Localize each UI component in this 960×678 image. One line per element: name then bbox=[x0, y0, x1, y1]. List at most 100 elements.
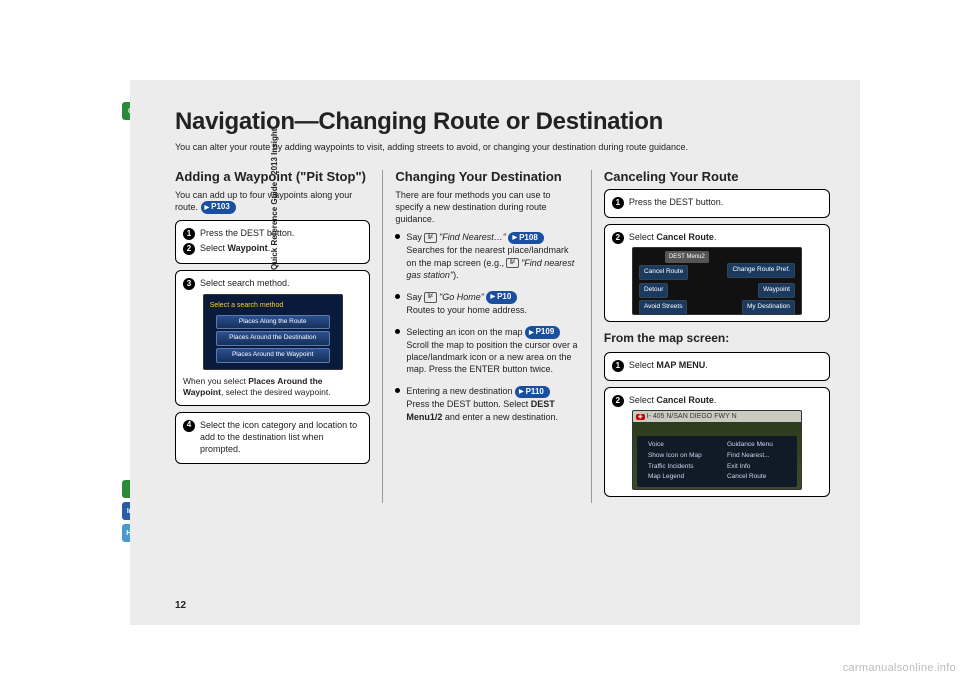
m3-pre: Selecting an icon on the map bbox=[406, 327, 525, 337]
c-step1-text: Press the DEST button. bbox=[629, 196, 723, 208]
m1-pre: Say bbox=[406, 232, 424, 242]
map-menu-item: Exit Info bbox=[727, 463, 786, 472]
page-ref-pill[interactable]: P103 bbox=[201, 201, 236, 214]
map-header: ◈ I- 405 N/SAN DIEGO FWY N bbox=[633, 411, 801, 422]
screen-label: My Destination bbox=[742, 300, 795, 315]
stepbox-3: 4 Select the icon category and location … bbox=[175, 412, 370, 464]
step3-text: Select search method. bbox=[200, 277, 290, 289]
m3-after: Scroll the map to position the cursor ov… bbox=[406, 340, 577, 374]
stepbox-2: 3 Select search method. Select a search … bbox=[175, 270, 370, 406]
c4-pre: Select bbox=[629, 395, 657, 405]
step-marker-2: 2 bbox=[612, 232, 624, 244]
c3-pre: Select bbox=[629, 360, 657, 370]
nav-screen-search-method: Select a search method Places Along the … bbox=[203, 294, 343, 370]
c3-post: . bbox=[705, 360, 708, 370]
map-menu-item: Voice bbox=[648, 441, 707, 450]
m4-after-c: and enter a new destination. bbox=[442, 412, 558, 422]
screen-label: Change Route Pref. bbox=[727, 263, 794, 278]
column-cancel-route: Canceling Your Route 1 Press the DEST bu… bbox=[592, 170, 830, 503]
route-shield-icon: ◈ bbox=[636, 414, 645, 420]
step2-bold: Waypoint bbox=[228, 243, 268, 253]
step4-text: Select the icon category and location to… bbox=[200, 419, 362, 455]
map-menu-item: Find Nearest... bbox=[727, 452, 786, 461]
map-menu-item: Traffic Incidents bbox=[648, 463, 707, 472]
voice-icon: ⊯ bbox=[424, 233, 436, 243]
c3-bold: MAP MENU bbox=[656, 360, 705, 370]
page-ref-pill[interactable]: P110 bbox=[515, 386, 550, 399]
nav-screen-map-menu: ◈ I- 405 N/SAN DIEGO FWY N Voice Guidance… bbox=[632, 410, 802, 490]
map-menu-item: Cancel Route bbox=[727, 473, 786, 482]
change-dest-para: There are four methods you can use to sp… bbox=[395, 189, 578, 225]
page-ref-pill[interactable]: P108 bbox=[508, 232, 543, 245]
page-ref-pill[interactable]: P109 bbox=[525, 326, 560, 339]
c2-bold: Cancel Route bbox=[656, 232, 714, 242]
map-header-text: I- 405 N/SAN DIEGO FWY N bbox=[647, 413, 737, 420]
map-menu-item: Guidance Menu bbox=[727, 441, 786, 450]
screen-label: Detour bbox=[639, 283, 669, 298]
stepbox2-note: When you select Places Around the Waypoi… bbox=[183, 376, 362, 399]
manual-page: Quick Reference Guide - 2013 Insight Nav… bbox=[130, 80, 860, 625]
side-section-label: Quick Reference Guide - 2013 Insight bbox=[270, 129, 279, 270]
bullet-icon bbox=[395, 329, 400, 334]
heading-change-dest: Changing Your Destination bbox=[395, 170, 578, 185]
methods-list: Say ⊯ "Find Nearest…" P108 Searches for … bbox=[395, 231, 578, 422]
note-pre: When you select bbox=[183, 376, 248, 386]
c-step3-text: Select MAP MENU. bbox=[629, 359, 708, 371]
bullet-icon bbox=[395, 234, 400, 239]
cancel-stepbox-2: 2 Select Cancel Route. DEST Menu2 Cancel… bbox=[604, 224, 830, 322]
m2-quote: "Go Home" bbox=[439, 292, 484, 302]
method-item: Selecting an icon on the map P109 Scroll… bbox=[395, 326, 578, 375]
screen-label: Cancel Route bbox=[639, 265, 688, 280]
heading-cancel-route: Canceling Your Route bbox=[604, 170, 830, 185]
step2-text: Select Waypoint. bbox=[200, 242, 270, 254]
m1-after2: ). bbox=[453, 270, 459, 280]
watermark: carmanualsonline.info bbox=[843, 662, 956, 674]
cancel-stepbox-1: 1 Press the DEST button. bbox=[604, 189, 830, 218]
sub-heading-from-map: From the map screen: bbox=[604, 330, 830, 346]
step-marker-1: 1 bbox=[183, 228, 195, 240]
screen-label: Waypoint bbox=[758, 283, 795, 298]
bullet-icon bbox=[395, 388, 400, 393]
voice-icon: ⊯ bbox=[506, 258, 518, 268]
step-marker-1: 1 bbox=[612, 197, 624, 209]
page-number: 12 bbox=[175, 600, 186, 611]
cancel-stepbox-3: 1 Select MAP MENU. bbox=[604, 352, 830, 381]
method-item: Say ⊯ "Go Home" P10 Routes to your home … bbox=[395, 291, 578, 316]
m2-after: Routes to your home address. bbox=[406, 305, 527, 315]
bullet-icon bbox=[395, 294, 400, 299]
c2-pre: Select bbox=[629, 232, 657, 242]
screen-option: Places Around the Destination bbox=[216, 331, 330, 346]
note-post: , select the desired waypoint. bbox=[221, 387, 331, 397]
column-changing-destination: Changing Your Destination There are four… bbox=[383, 170, 591, 503]
m2-pre: Say bbox=[406, 292, 424, 302]
m4-pre: Entering a new destination bbox=[406, 386, 515, 396]
step1-text: Press the DEST button. bbox=[200, 227, 294, 239]
cancel-stepbox-4: 2 Select Cancel Route. ◈ I- 405 N/SAN DI… bbox=[604, 387, 830, 497]
step-marker-2: 2 bbox=[612, 395, 624, 407]
column-adding-waypoint: Adding a Waypoint ("Pit Stop") You can a… bbox=[175, 170, 383, 503]
m4-after-a: Press the DEST button. Select bbox=[406, 399, 530, 409]
c-step4-text: Select Cancel Route. bbox=[629, 394, 717, 406]
c2-post: . bbox=[714, 232, 717, 242]
c-step2-text: Select Cancel Route. bbox=[629, 231, 717, 243]
method-item: Entering a new destination P110 Press th… bbox=[395, 385, 578, 422]
c4-bold: Cancel Route bbox=[656, 395, 714, 405]
map-menu-item: Show Icon on Map bbox=[648, 452, 707, 461]
step-marker-3: 3 bbox=[183, 278, 195, 290]
step-marker-1: 1 bbox=[612, 360, 624, 372]
page-ref-pill[interactable]: P10 bbox=[486, 291, 517, 304]
screen-label: Avoid Streets bbox=[639, 300, 688, 315]
step2-pre: Select bbox=[200, 243, 228, 253]
step-marker-4: 4 bbox=[183, 420, 195, 432]
step-marker-2: 2 bbox=[183, 243, 195, 255]
method-item: Say ⊯ "Find Nearest…" P108 Searches for … bbox=[395, 231, 578, 280]
voice-icon: ⊯ bbox=[424, 292, 436, 302]
screen-option: Places Around the Waypoint bbox=[216, 348, 330, 363]
screen-top-label: DEST Menu2 bbox=[665, 251, 709, 263]
c4-post: . bbox=[714, 395, 717, 405]
map-menu-item: Map Legend bbox=[648, 473, 707, 482]
m1-quote: "Find Nearest…" bbox=[439, 232, 506, 242]
nav-screen-dest-menu: DEST Menu2 Cancel Route Change Route Pre… bbox=[632, 247, 802, 315]
screen-title: Select a search method bbox=[208, 299, 338, 312]
screen-option: Places Along the Route bbox=[216, 315, 330, 330]
